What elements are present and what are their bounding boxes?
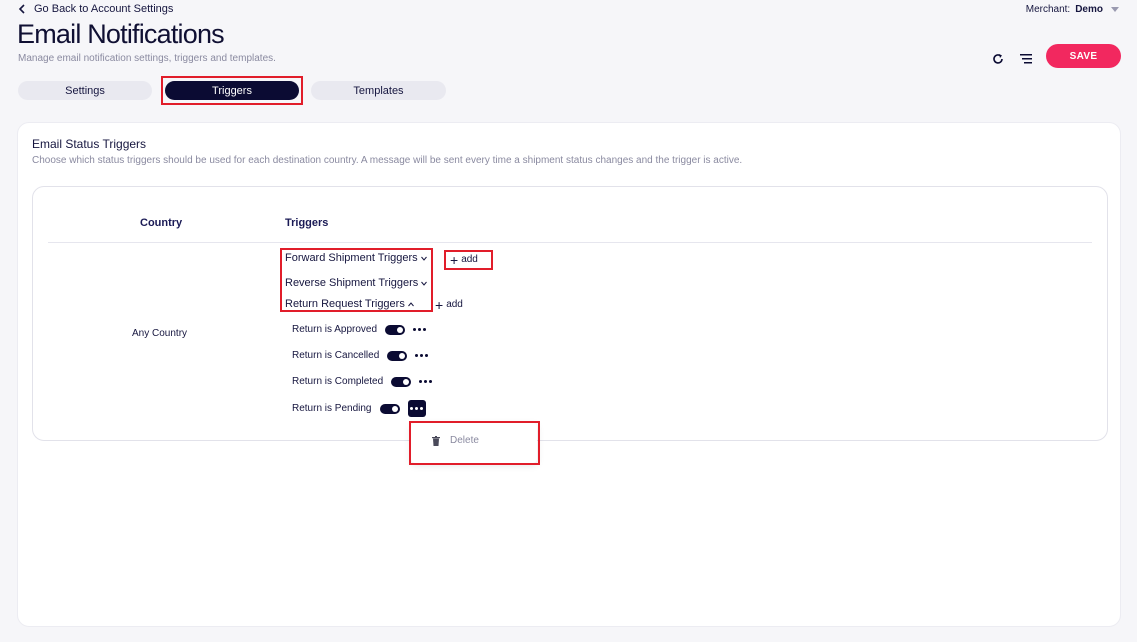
delete-menu-item[interactable]: Delete xyxy=(432,435,479,446)
page-subtitle: Manage email notification settings, trig… xyxy=(18,53,276,64)
section-title: Email Status Triggers xyxy=(32,137,147,151)
triggers-table xyxy=(32,186,1108,441)
tab-triggers[interactable]: Triggers xyxy=(165,81,299,100)
more-options-icon[interactable] xyxy=(412,328,427,331)
chevron-down-icon xyxy=(420,256,427,261)
more-options-icon[interactable] xyxy=(407,400,426,417)
plus-icon: + xyxy=(450,251,459,268)
add-forward-trigger-button[interactable]: + add xyxy=(450,251,478,268)
refresh-icon[interactable] xyxy=(991,52,1005,66)
tab-settings[interactable]: Settings xyxy=(18,81,152,100)
trigger-label: Return is Pending xyxy=(292,403,372,414)
trigger-row-cancelled: Return is Cancelled xyxy=(292,350,429,361)
trash-icon xyxy=(432,435,440,446)
group-label: Return Request Triggers xyxy=(285,298,405,310)
section-description: Choose which status triggers should be u… xyxy=(32,155,743,166)
trigger-row-completed: Return is Completed xyxy=(292,376,433,387)
plus-icon: + xyxy=(435,296,444,313)
chevron-down-icon xyxy=(421,281,428,286)
trigger-label: Return is Approved xyxy=(292,324,378,335)
more-options-icon[interactable] xyxy=(418,380,433,383)
group-forward-shipment[interactable]: Forward Shipment Triggers xyxy=(285,252,427,264)
tab-templates[interactable]: Templates xyxy=(311,81,446,100)
list-filter-icon[interactable] xyxy=(1019,52,1033,66)
delete-label: Delete xyxy=(450,435,479,446)
add-return-trigger-button[interactable]: + add xyxy=(435,296,463,313)
toggle-switch[interactable] xyxy=(387,350,408,361)
column-header-triggers: Triggers xyxy=(285,217,329,229)
column-header-country: Country xyxy=(140,217,183,229)
more-options-icon[interactable] xyxy=(414,354,429,357)
chevron-up-icon xyxy=(407,301,414,306)
trigger-row-pending: Return is Pending xyxy=(292,400,426,417)
group-return-request[interactable]: Return Request Triggers xyxy=(285,298,414,310)
group-reverse-shipment[interactable]: Reverse Shipment Triggers xyxy=(285,277,428,289)
trigger-label: Return is Completed xyxy=(292,376,384,387)
country-cell: Any Country xyxy=(132,328,188,339)
page-title: Email Notifications xyxy=(17,19,225,49)
back-link-label: Go Back to Account Settings xyxy=(34,3,174,15)
toggle-switch[interactable] xyxy=(391,376,412,387)
group-label: Reverse Shipment Triggers xyxy=(285,277,419,289)
save-button[interactable]: SAVE xyxy=(1046,44,1121,68)
group-label: Forward Shipment Triggers xyxy=(285,252,418,264)
trigger-row-approved: Return is Approved xyxy=(292,324,427,335)
merchant-selector[interactable]: Merchant: Demo xyxy=(1026,4,1119,15)
caret-down-icon xyxy=(1111,6,1119,12)
chevron-left-icon xyxy=(18,4,25,14)
toggle-switch[interactable] xyxy=(385,324,406,335)
header-divider xyxy=(48,242,1092,243)
merchant-label: Merchant: xyxy=(1025,4,1071,15)
merchant-value: Demo xyxy=(1075,4,1103,15)
add-label: add xyxy=(461,254,478,265)
back-link[interactable]: Go Back to Account Settings xyxy=(18,3,173,15)
toggle-switch[interactable] xyxy=(379,403,400,414)
add-label: add xyxy=(446,299,463,310)
trigger-label: Return is Cancelled xyxy=(292,350,380,361)
